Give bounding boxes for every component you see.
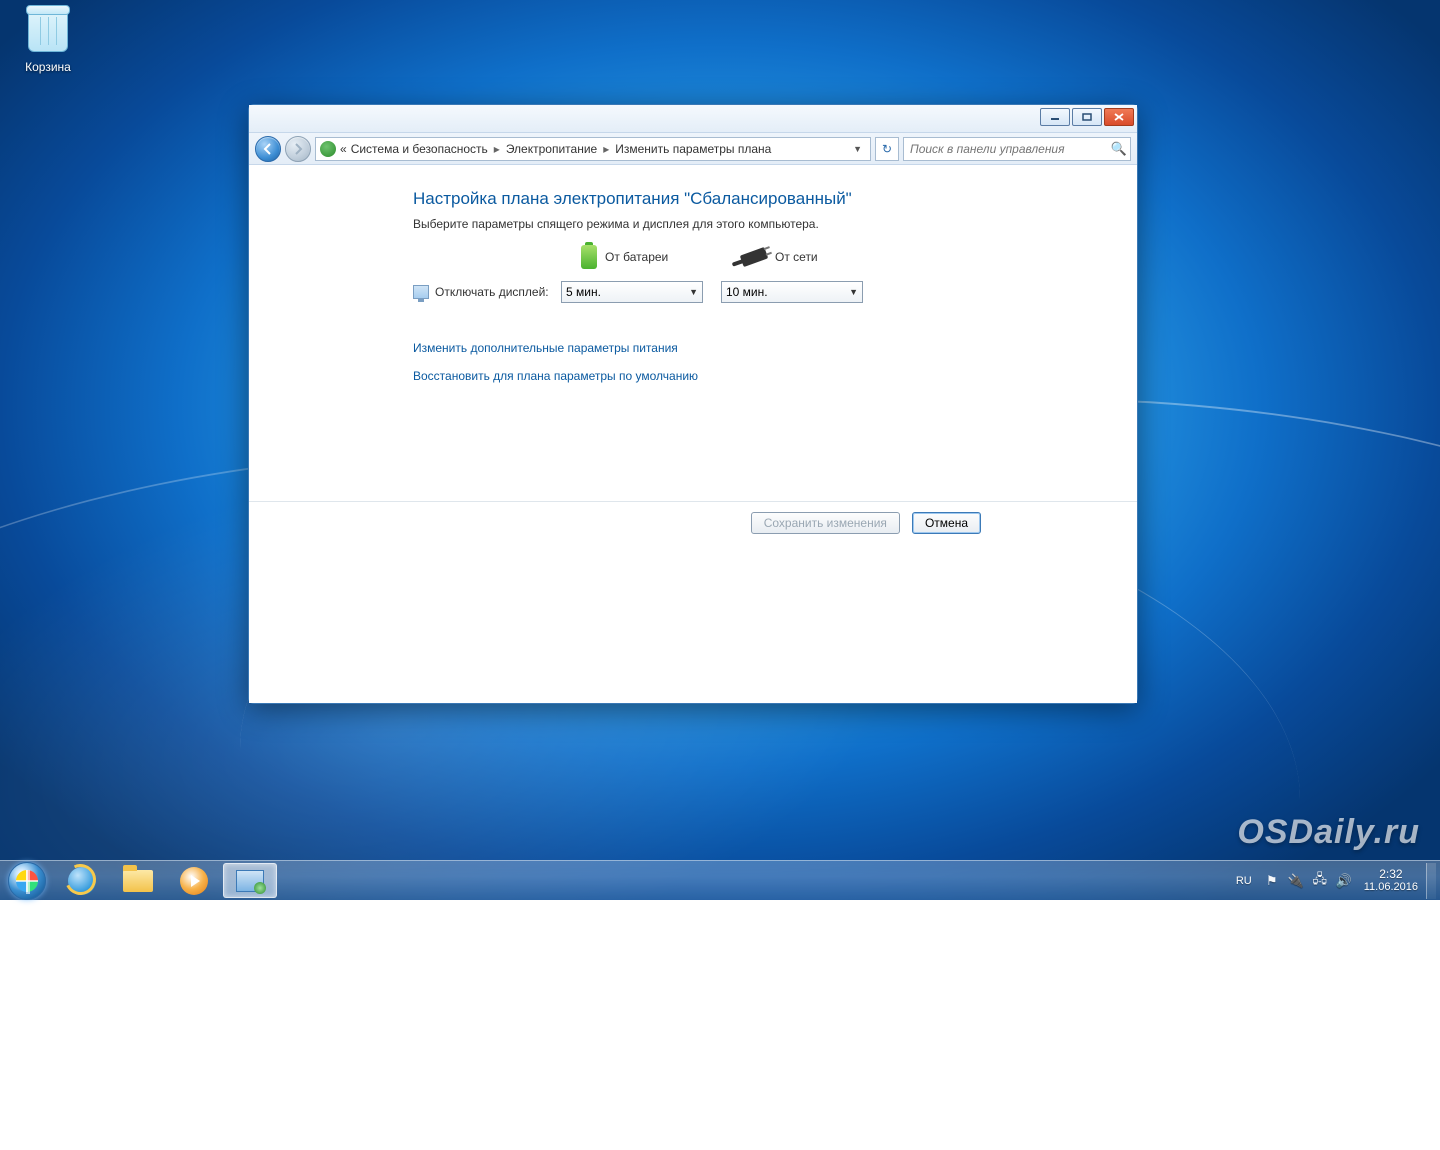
address-dropdown-icon[interactable]: ▼ bbox=[849, 144, 866, 154]
action-center-icon[interactable]: ⚑ bbox=[1263, 872, 1281, 890]
taskbar-ie[interactable] bbox=[55, 863, 109, 898]
chevron-down-icon: ▼ bbox=[689, 287, 698, 297]
watermark: OSDaily.ru bbox=[1237, 813, 1420, 852]
breadcrumb-lvl2[interactable]: Электропитание bbox=[506, 142, 597, 156]
content-area: Настройка плана электропитания "Сбаланси… bbox=[249, 165, 1137, 703]
ie-icon bbox=[68, 867, 96, 895]
plug-icon bbox=[740, 247, 769, 267]
windows-orb-icon bbox=[8, 862, 46, 900]
taskbar-explorer[interactable] bbox=[111, 863, 165, 898]
breadcrumb-lvl1[interactable]: Система и безопасность bbox=[351, 142, 488, 156]
breadcrumb-lvl3[interactable]: Изменить параметры плана bbox=[615, 142, 771, 156]
system-tray: RU ⚑ 🔌 🖧 🔊 2:32 11.06.2016 bbox=[1228, 861, 1440, 900]
taskbar: RU ⚑ 🔌 🖧 🔊 2:32 11.06.2016 bbox=[0, 860, 1440, 900]
display-off-ac-select[interactable]: 10 мин. ▼ bbox=[721, 281, 863, 303]
media-player-icon bbox=[180, 867, 208, 895]
cancel-button[interactable]: Отмена bbox=[912, 512, 981, 534]
column-header-ac: От сети bbox=[721, 250, 881, 264]
taskbar-media-player[interactable] bbox=[167, 863, 221, 898]
forward-button[interactable] bbox=[285, 136, 311, 162]
refresh-button[interactable]: ↻ bbox=[875, 137, 899, 161]
display-off-battery-select[interactable]: 5 мин. ▼ bbox=[561, 281, 703, 303]
column-header-battery: От батареи bbox=[561, 245, 721, 269]
nav-toolbar: « Система и безопасность ▸ Электропитани… bbox=[249, 133, 1137, 165]
search-box[interactable]: 🔍 bbox=[903, 137, 1131, 161]
maximize-button[interactable] bbox=[1072, 108, 1102, 126]
start-button[interactable] bbox=[0, 861, 54, 900]
minimize-button[interactable] bbox=[1040, 108, 1070, 126]
link-advanced-settings[interactable]: Изменить дополнительные параметры питани… bbox=[413, 341, 1115, 355]
volume-tray-icon[interactable]: 🔊 bbox=[1335, 872, 1353, 890]
chevron-down-icon: ▼ bbox=[849, 287, 858, 297]
taskbar-control-panel[interactable] bbox=[223, 863, 277, 898]
recycle-bin-icon bbox=[28, 10, 68, 52]
button-bar: Сохранить изменения Отмена bbox=[249, 501, 1137, 543]
row-label-display-off: Отключать дисплей: bbox=[413, 285, 561, 299]
network-tray-icon[interactable]: 🖧 bbox=[1311, 872, 1329, 890]
back-button[interactable] bbox=[255, 136, 281, 162]
power-tray-icon[interactable]: 🔌 bbox=[1287, 872, 1305, 890]
control-panel-window: « Система и безопасность ▸ Электропитани… bbox=[248, 104, 1138, 704]
chevron-right-icon: ▸ bbox=[603, 142, 609, 156]
battery-icon bbox=[581, 245, 597, 269]
control-panel-icon bbox=[320, 141, 336, 157]
link-restore-defaults[interactable]: Восстановить для плана параметры по умол… bbox=[413, 369, 1115, 383]
address-bar[interactable]: « Система и безопасность ▸ Электропитани… bbox=[315, 137, 871, 161]
search-icon[interactable]: 🔍 bbox=[1108, 141, 1130, 157]
language-indicator[interactable]: RU bbox=[1228, 875, 1260, 887]
close-button[interactable] bbox=[1104, 108, 1134, 126]
page-heading: Настройка плана электропитания "Сбаланси… bbox=[413, 189, 1115, 209]
clock-time: 2:32 bbox=[1364, 868, 1418, 881]
clock-date: 11.06.2016 bbox=[1364, 881, 1418, 894]
recycle-bin-label: Корзина bbox=[12, 60, 84, 74]
control-panel-task-icon bbox=[236, 870, 264, 892]
page-subtext: Выберите параметры спящего режима и дисп… bbox=[413, 217, 1115, 231]
search-input[interactable] bbox=[904, 142, 1108, 156]
chevron-right-icon: ▸ bbox=[494, 142, 500, 156]
monitor-icon bbox=[413, 285, 429, 299]
recycle-bin[interactable]: Корзина bbox=[12, 10, 84, 74]
save-button[interactable]: Сохранить изменения bbox=[751, 512, 900, 534]
taskbar-clock[interactable]: 2:32 11.06.2016 bbox=[1356, 868, 1426, 894]
titlebar[interactable] bbox=[249, 105, 1137, 133]
folder-icon bbox=[123, 870, 153, 892]
show-desktop-button[interactable] bbox=[1426, 863, 1436, 899]
